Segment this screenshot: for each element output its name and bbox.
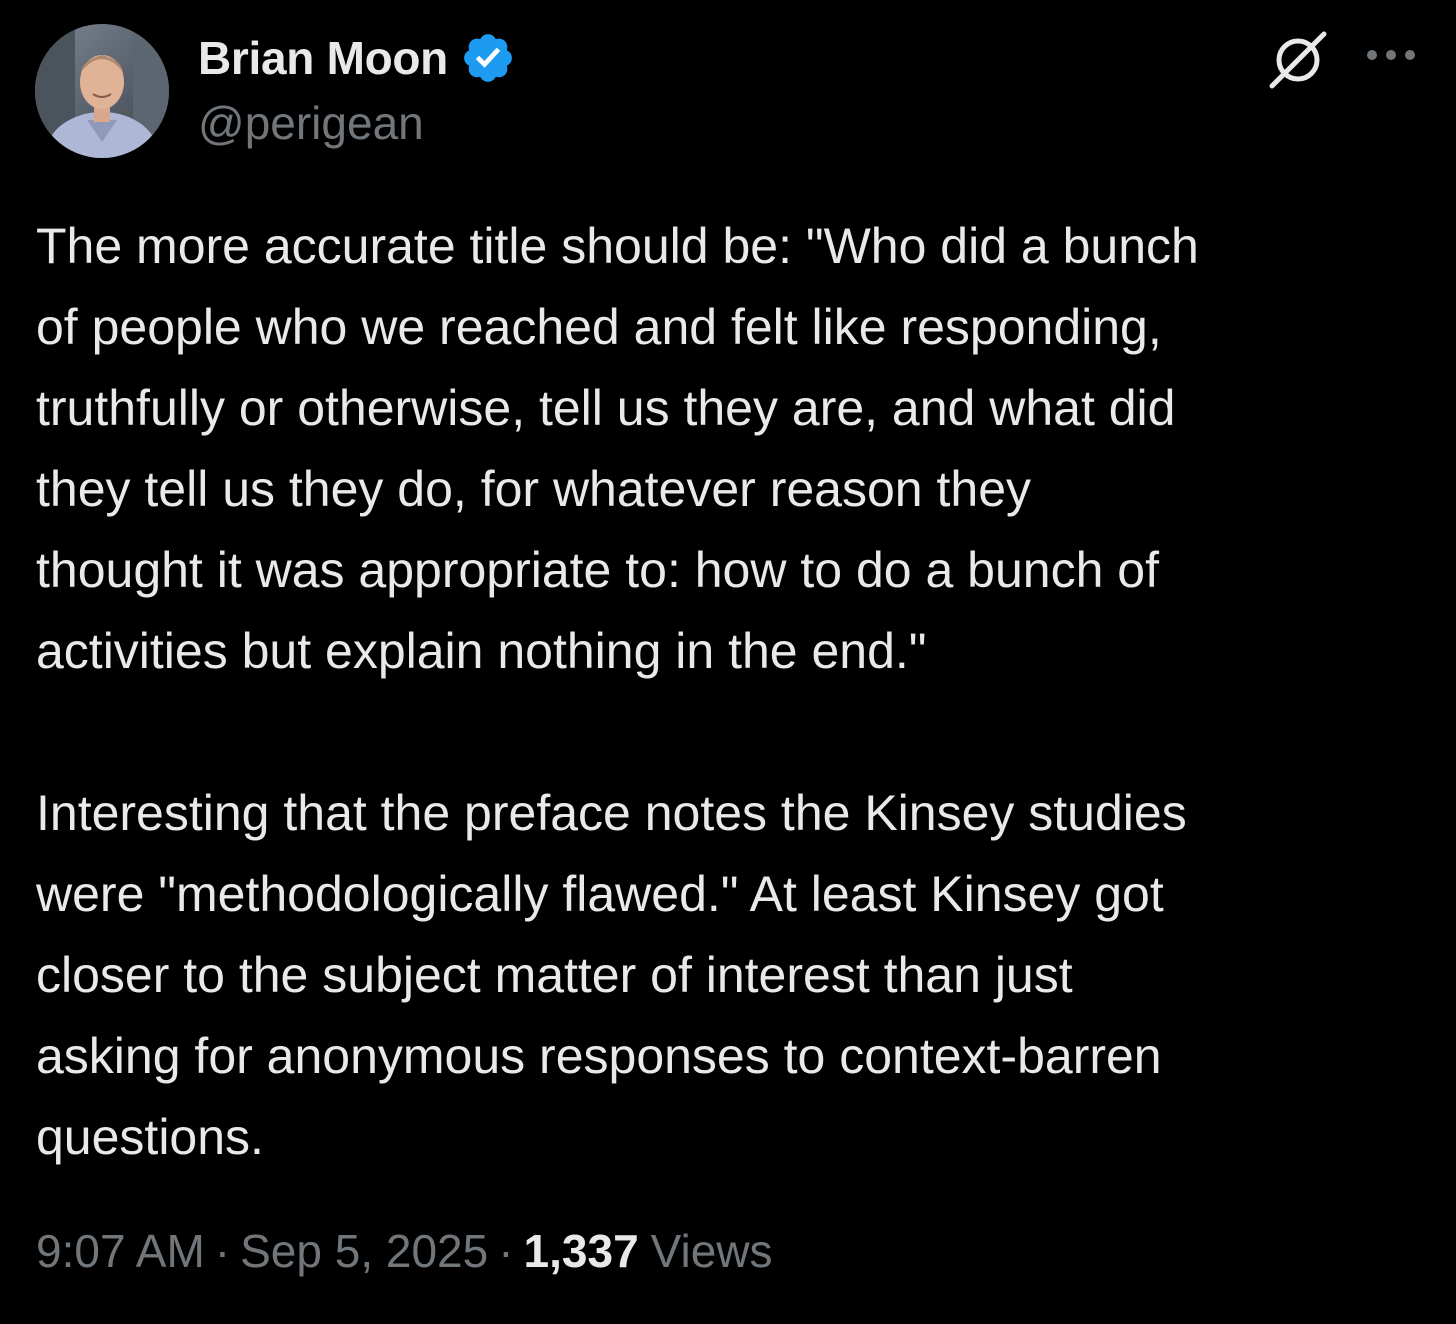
avatar-image <box>35 24 169 158</box>
tweet-text-line: Interesting that the preface notes the K… <box>36 785 1187 841</box>
views-label[interactable]: Views <box>651 1224 773 1278</box>
grok-icon[interactable] <box>1266 30 1330 90</box>
tweet-text-line: activities but explain nothing in the en… <box>36 623 927 679</box>
tweet-text-line: they tell us they do, for whatever reaso… <box>36 461 1031 517</box>
tweet-text: The more accurate title should be: "Who … <box>36 206 1436 1178</box>
tweet: Brian Moon @perigean The more accurate t… <box>0 0 1456 1324</box>
more-options-icon[interactable] <box>1364 40 1418 70</box>
tweet-text-line: questions. <box>36 1109 264 1165</box>
author-name[interactable]: Brian Moon <box>198 31 448 85</box>
tweet-date[interactable]: Sep 5, 2025 <box>240 1224 488 1278</box>
author-name-row[interactable]: Brian Moon <box>198 30 516 86</box>
tweet-time[interactable]: 9:07 AM <box>36 1224 205 1278</box>
tweet-text-line: truthfully or otherwise, tell us they ar… <box>36 380 1176 436</box>
tweet-text-line: asking for anonymous responses to contex… <box>36 1028 1162 1084</box>
tweet-text-line: of people who we reached and felt like r… <box>36 299 1162 355</box>
tweet-text-line: thought it was appropriate to: how to do… <box>36 542 1159 598</box>
tweet-text-line: were "methodologically flawed." At least… <box>36 866 1164 922</box>
author-handle[interactable]: @perigean <box>198 96 424 150</box>
views-count[interactable]: 1,337 <box>524 1224 639 1278</box>
tweet-text-line: closer to the subject matter of interest… <box>36 947 1073 1003</box>
meta-separator: · <box>498 1225 514 1277</box>
avatar[interactable] <box>35 24 169 158</box>
verified-badge-icon[interactable] <box>460 30 516 86</box>
meta-separator: · <box>214 1225 231 1277</box>
tweet-meta: 9:07 AM · Sep 5, 2025 · 1,337 Views <box>36 1224 773 1278</box>
tweet-text-line: The more accurate title should be: "Who … <box>36 218 1199 274</box>
